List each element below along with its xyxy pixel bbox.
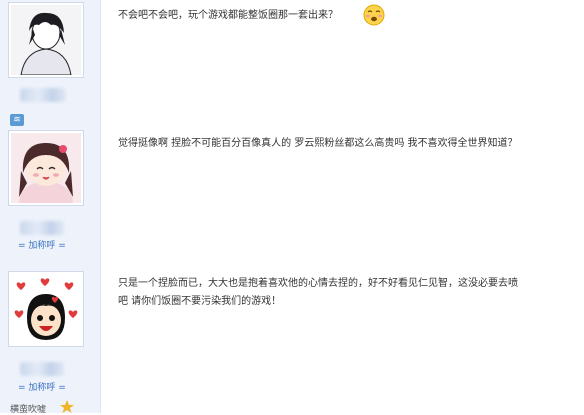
- star-icon: [60, 400, 74, 413]
- add-title-link[interactable]: = 加称呼 =: [18, 238, 66, 251]
- user-sidebar: ≋ = 加称呼 = = 加称呼 = 横蛮吹嘘: [0, 0, 101, 415]
- avatar[interactable]: [8, 2, 84, 78]
- face-emoji-icon: [363, 4, 385, 26]
- avatar-image-user-1: [11, 5, 81, 75]
- post-content: 觉得挺像啊 捏脸不可能百分百像真人的 罗云熙粉丝都这么高贵吗 我不喜欢得全世界知…: [118, 138, 518, 149]
- username-blurred[interactable]: [20, 362, 64, 376]
- username-blurred[interactable]: [20, 221, 64, 235]
- username-blurred[interactable]: [20, 88, 66, 102]
- avatar-image-user-2: [11, 133, 81, 203]
- avatar-image-user-3: [11, 274, 81, 344]
- add-title-link[interactable]: = 加称呼 =: [18, 380, 66, 393]
- avatar[interactable]: [8, 130, 84, 206]
- post-content-line-1: 只是一个捏脸而已，大大也是抱着喜欢他的心情去捏的，好不好看见仁见智，这没必要去喷: [118, 278, 518, 289]
- rank-badge-icon: ≋: [10, 114, 24, 126]
- user-title-label: 横蛮吹嘘: [10, 405, 47, 415]
- post-content: 不会吧不会吧，玩个游戏都能整饭圈那一套出来？: [118, 10, 338, 21]
- post-content-line-2: 吧 请你们饭圈不要污染我们的游戏！: [118, 296, 282, 307]
- avatar[interactable]: [8, 271, 84, 347]
